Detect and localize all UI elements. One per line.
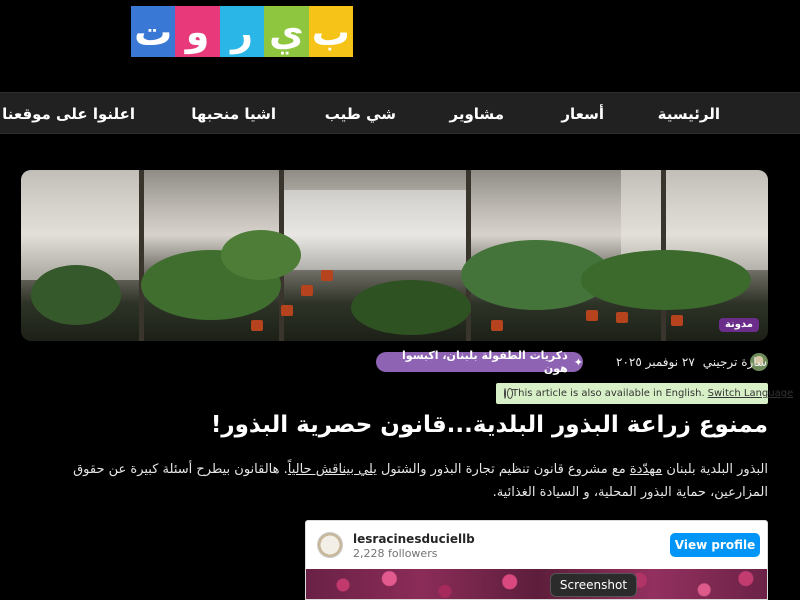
instagram-avatar[interactable] <box>317 532 343 558</box>
series-pill-label: ذكريات الطفولة بلبنان، اكبسوا هون <box>402 349 568 375</box>
under-discussion-link[interactable]: يلي بيناقش حالياً <box>288 462 377 477</box>
hero-image: مدونة <box>21 170 768 341</box>
instagram-photo[interactable] <box>306 569 767 599</box>
logo-letter-2: و <box>175 6 220 57</box>
logo-letter-3: ر <box>219 6 265 57</box>
publish-date: ٢٧ نوفمبر ٢٠٢٥ <box>616 355 695 369</box>
switch-language-link[interactable]: Switch Language <box>708 388 794 399</box>
series-pill[interactable]: ✦ ذكريات الطفولة بلبنان، اكبسوا هون <box>376 349 583 375</box>
language-banner: This article is also available in Englis… <box>496 383 793 404</box>
logo-letter-4: ي <box>264 6 309 57</box>
logo-letter-1: ت <box>131 6 176 57</box>
nav-item-outings[interactable]: مشاوير <box>450 93 504 135</box>
instagram-embed: lesracinesduciellb 2,228 followers View … <box>305 520 768 600</box>
nav-item-good-food[interactable]: شي طيب <box>325 93 396 135</box>
nav-item-advertise[interactable]: اعلنوا على موقعنا <box>2 93 135 135</box>
threatened-link[interactable]: مهدّدة <box>630 462 662 477</box>
article-headline: ممنوع زراعة البذور البلدية...قانون حصرية… <box>210 412 768 438</box>
globe-icon <box>504 388 513 399</box>
view-profile-button[interactable]: View profile <box>670 533 760 557</box>
site-logo[interactable]: ت و ر ي ب <box>131 6 354 57</box>
main-nav: الرئيسية أسعار مشاوير شي طيب اشيا منحبها… <box>0 92 800 134</box>
author-name[interactable]: سارة ترجيني <box>703 355 767 369</box>
instagram-followers: 2,228 followers <box>353 547 438 560</box>
nav-item-prices[interactable]: أسعار <box>561 93 604 135</box>
instagram-username[interactable]: lesracinesduciellb <box>353 532 475 546</box>
article-meta: سارة ترجيني ٢٧ نوفمبر ٢٠٢٥ <box>616 352 767 372</box>
screenshot-tooltip: Screenshot <box>550 573 637 597</box>
category-badge[interactable]: مدونة <box>718 318 759 332</box>
language-notice: This article is also available in Englis… <box>512 388 705 399</box>
logo-letter-5: ب <box>308 6 354 57</box>
nav-item-home[interactable]: الرئيسية <box>658 93 720 135</box>
nav-item-things-we-love[interactable]: اشيا منحبها <box>191 93 276 135</box>
article-intro: البذور البلدية بلبنان مهدّدة مع مشروع قا… <box>73 462 768 500</box>
sparkle-icon: ✦ <box>573 355 583 369</box>
